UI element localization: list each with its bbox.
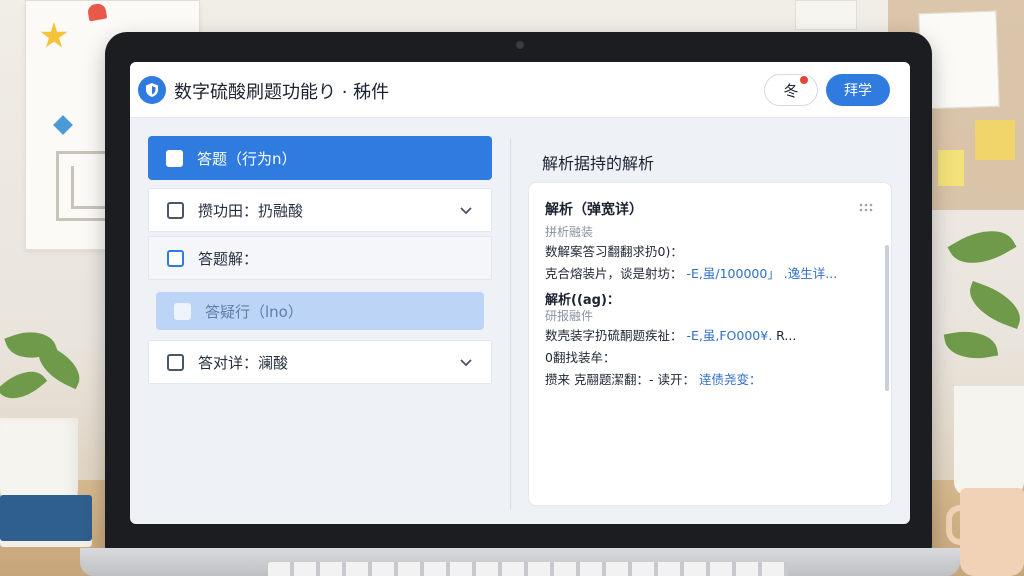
analysis-text: 攒来 克翮题潔翻：- 读开：	[545, 372, 695, 387]
wall-note	[795, 0, 857, 30]
app-header: 数字硫酸刷题功能り · 秭件 冬 拜学	[130, 62, 910, 118]
analysis-subtitle: 研报融件	[545, 309, 594, 323]
coffee-mug	[960, 488, 1024, 576]
analysis-line: 数解案答习翻翻求扔0)：	[545, 244, 683, 259]
analysis-link[interactable]: -E,虽,FO000¥.	[687, 328, 773, 343]
panel-divider	[510, 138, 511, 510]
plant-leaf	[943, 325, 999, 365]
chevron-down-icon[interactable]	[459, 203, 473, 221]
option-row-4[interactable]: 答疑行（lno）	[156, 292, 484, 330]
keyboard	[268, 562, 788, 576]
book	[0, 495, 92, 547]
sticky-note	[938, 150, 964, 186]
option-checkbox[interactable]	[167, 249, 184, 267]
option-checkbox[interactable]	[167, 201, 184, 219]
option-row-2[interactable]: 攒功田：扔融酸	[148, 188, 492, 232]
app-title: 数字硫酸刷题功能り · 秭件	[174, 82, 390, 103]
primary-action-button[interactable]: 拜学	[826, 74, 890, 106]
analysis-line: 攒来 克翮题潔翻：- 读开： 逹债尧变：	[545, 369, 761, 388]
sticky-note	[975, 120, 1015, 160]
webcam-icon	[516, 41, 524, 49]
option-checkbox[interactable]	[174, 302, 191, 320]
analysis-heading: 解析（弹宽详）	[545, 202, 643, 218]
notification-badge-icon	[798, 74, 810, 86]
option-label: 答题解：	[198, 249, 259, 268]
option-row-1[interactable]: 答题（行为n）	[148, 136, 492, 180]
analysis-line: 数壳装字扔硫酮题疾祉： -E,虽,FO000¥. R...	[545, 325, 796, 344]
plant-leaf	[962, 280, 1024, 330]
chevron-down-icon[interactable]	[459, 355, 473, 373]
option-label: 答对详：澜酸	[198, 353, 289, 372]
analysis-heading: 解析((ag)：	[545, 293, 620, 308]
option-list: 答题（行为n） 攒功田：扔融酸 答题解： 答疑行（lno） 答对详：澜酸	[148, 136, 492, 391]
analysis-line: 0翻找装牟：	[545, 350, 616, 365]
analysis-link[interactable]: -E,虽/100000」 .逸生详...	[687, 266, 838, 281]
analysis-subtitle: 拼析融装	[545, 225, 594, 239]
option-label: 答题（行为n）	[197, 149, 297, 168]
shield-logo-icon	[138, 76, 166, 104]
notification-label: 冬	[783, 82, 799, 100]
plant-leaf	[0, 360, 48, 410]
analysis-card: 解析（弹宽详） 拼析融装 数解案答习翻翻求扔0)： 克合熔装片，谈是射坊： -E…	[528, 182, 892, 506]
app-window: 数字硫酸刷题功能り · 秭件 冬 拜学 答题（行为n） 攒功田：扔融酸 答题解：…	[130, 62, 910, 524]
scrollbar[interactable]	[885, 245, 889, 391]
analysis-text: 克合熔装片，谈是射坊：	[545, 266, 683, 281]
analysis-panel-title: 解析据持的解析	[542, 154, 655, 173]
option-checkbox[interactable]	[166, 149, 183, 167]
analysis-link[interactable]: 逹债尧变：	[699, 372, 762, 387]
analysis-text: R...	[776, 328, 797, 343]
plant-pot	[954, 386, 1024, 496]
more-options-icon[interactable]	[859, 201, 875, 217]
option-label: 答疑行（lno）	[205, 302, 303, 321]
option-checkbox[interactable]	[167, 353, 184, 371]
plant-leaf	[947, 217, 1017, 277]
analysis-text: 数壳装字扔硫酮题疾祉：	[545, 328, 683, 343]
option-row-5[interactable]: 答对详：澜酸	[148, 340, 492, 384]
option-label: 攒功田：扔融酸	[198, 201, 304, 220]
option-row-3[interactable]: 答题解：	[148, 236, 492, 280]
analysis-line: 克合熔装片，谈是射坊： -E,虽/100000」 .逸生详...	[545, 263, 837, 282]
